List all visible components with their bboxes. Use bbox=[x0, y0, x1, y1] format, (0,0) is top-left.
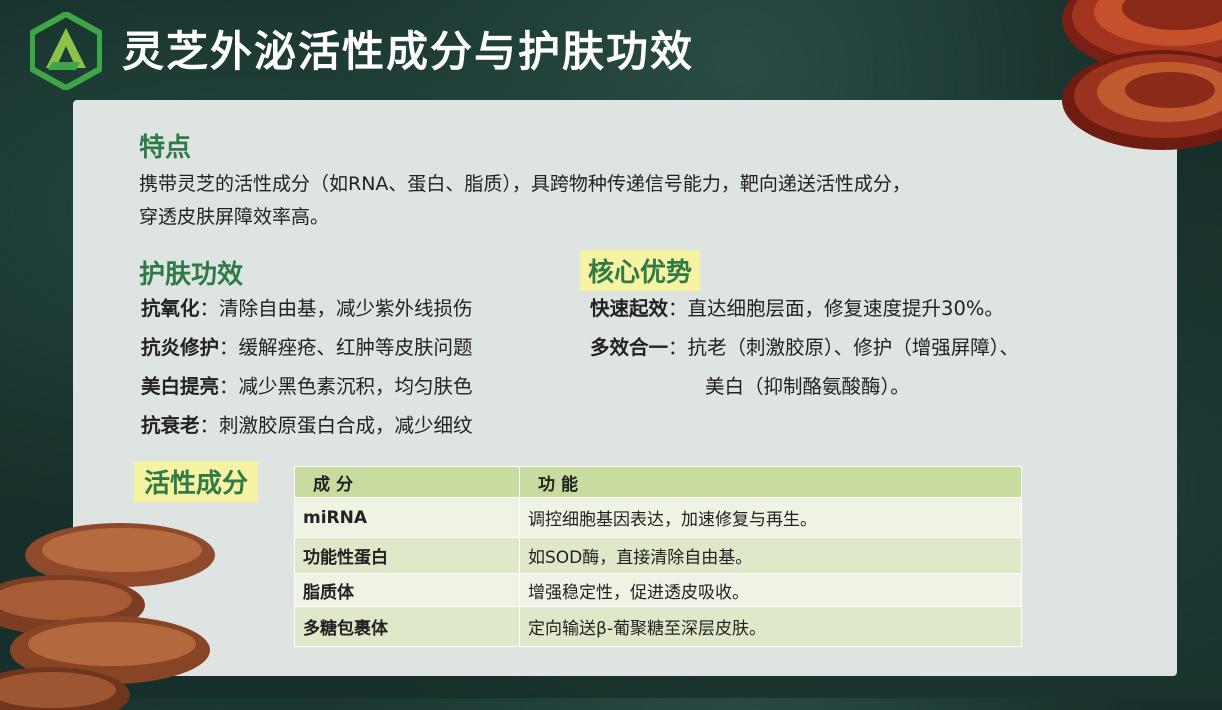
ingredients-table: 成分 功能 miRNA 调控细胞基因表达，加速修复与再生。 功能性蛋白 如SOD… bbox=[294, 466, 1022, 647]
page-title: 灵芝外泌活性成分与护肤功效 bbox=[122, 27, 695, 76]
item-desc: 刺激胶原蛋白合成，减少细纹 bbox=[219, 414, 473, 437]
item-label: 美白提亮 bbox=[141, 375, 220, 398]
table-header-row: 成分 功能 bbox=[294, 466, 1022, 498]
features-text-line-2: 穿透皮肤屏障效率高。 bbox=[139, 206, 330, 228]
item-desc: 清除自由基，减少紫外线损伤 bbox=[219, 297, 473, 320]
table-cell: 增强稳定性，促进透皮吸收。 bbox=[519, 573, 1022, 607]
advantages-heading: 核心优势 bbox=[580, 250, 701, 291]
list-item: 抗衰老：刺激胶原蛋白合成，减少细纹 bbox=[141, 406, 473, 445]
item-label: 快速起效 bbox=[590, 297, 669, 320]
table-cell: 功能性蛋白 bbox=[294, 537, 520, 574]
table-cell: 如SOD酶，直接清除自由基。 bbox=[519, 537, 1022, 574]
table-row: miRNA 调控细胞基因表达，加速修复与再生。 bbox=[294, 497, 1022, 538]
table-cell: 定向输送β-葡聚糖至深层皮肤。 bbox=[519, 606, 1022, 647]
table-row: 脂质体 增强稳定性，促进透皮吸收。 bbox=[294, 573, 1022, 607]
features-heading: 特点 bbox=[139, 133, 192, 163]
item-desc: 抗老（刺激胶原）、修护（增强屏障）、 bbox=[687, 336, 1020, 359]
table-cell: 调控细胞基因表达，加速修复与再生。 bbox=[519, 497, 1022, 538]
item-label: 抗氧化 bbox=[141, 297, 200, 320]
list-item: 多效合一：抗老（刺激胶原）、修护（增强屏障）、 bbox=[590, 328, 1019, 367]
list-item: 抗氧化：清除自由基，减少紫外线损伤 bbox=[141, 289, 473, 328]
item-separator: ： bbox=[219, 336, 239, 359]
lingzhi-mushroom-icon bbox=[1062, 0, 1222, 150]
item-desc: 减少黑色素沉积，均匀肤色 bbox=[238, 375, 473, 398]
table-cell: 脂质体 bbox=[294, 573, 520, 607]
column-header: 功能 bbox=[519, 466, 1022, 498]
table-row: 功能性蛋白 如SOD酶，直接清除自由基。 bbox=[294, 537, 1022, 574]
item-separator: ： bbox=[668, 297, 688, 320]
list-item: 抗炎修护：缓解痤疮、红肿等皮肤问题 bbox=[141, 328, 473, 367]
skincare-list: 抗氧化：清除自由基，减少紫外线损伤 抗炎修护：缓解痤疮、红肿等皮肤问题 美白提亮… bbox=[141, 289, 473, 445]
mushroom-cluster-icon bbox=[0, 523, 215, 710]
item-separator: ： bbox=[199, 297, 220, 320]
item-desc: 直达细胞层面，修复速度提升30%。 bbox=[687, 297, 1004, 320]
features-text: 携带灵芝的活性成分（如RNA、蛋白、脂质），具跨物种传递信号能力，靶向递送活性成… bbox=[139, 168, 911, 234]
skincare-heading: 护肤功效 bbox=[139, 260, 244, 290]
list-item: 美白提亮：减少黑色素沉积，均匀肤色 bbox=[141, 367, 473, 406]
table-cell: 多糖包裹体 bbox=[294, 606, 520, 647]
table-cell: miRNA bbox=[294, 497, 520, 538]
active-heading: 活性成分 bbox=[134, 461, 259, 502]
item-separator: ： bbox=[199, 414, 220, 437]
advantages-list: 快速起效：直达细胞层面，修复速度提升30%。 多效合一：抗老（刺激胶原）、修护（… bbox=[590, 289, 1019, 406]
item-label: 多效合一 bbox=[590, 336, 669, 359]
item-label: 抗衰老 bbox=[141, 414, 200, 437]
item-separator: ： bbox=[668, 336, 688, 359]
table-row: 多糖包裹体 定向输送β-葡聚糖至深层皮肤。 bbox=[294, 606, 1022, 647]
list-item-continuation: 美白（抑制酪氨酸酶）。 bbox=[705, 375, 910, 398]
item-desc: 缓解痤疮、红肿等皮肤问题 bbox=[238, 336, 473, 359]
list-item: 快速起效：直达细胞层面，修复速度提升30%。 bbox=[590, 289, 1019, 328]
features-text-line-1: 携带灵芝的活性成分（如RNA、蛋白、脂质），具跨物种传递信号能力，靶向递送活性成… bbox=[139, 173, 911, 195]
column-header: 成分 bbox=[294, 466, 520, 498]
brand-logo-icon bbox=[30, 12, 102, 90]
item-label: 抗炎修护 bbox=[141, 336, 220, 359]
item-separator: ： bbox=[219, 375, 239, 398]
